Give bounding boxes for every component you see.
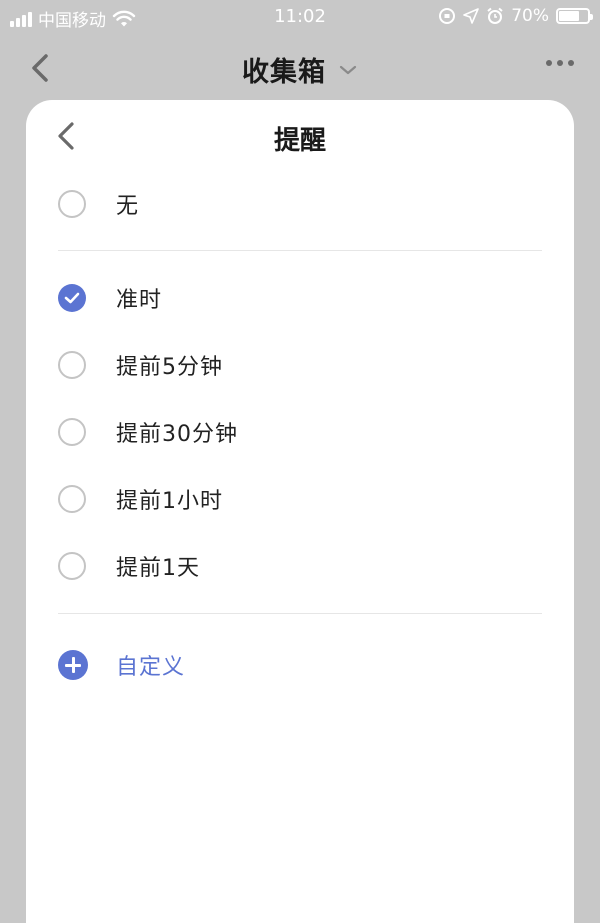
option-none[interactable]: 无 — [58, 179, 542, 229]
option-on-time[interactable]: 准时 — [58, 273, 542, 323]
location-icon — [463, 8, 480, 24]
custom-reminder-button[interactable]: 自定义 — [58, 640, 185, 690]
option-label: 无 — [116, 194, 140, 219]
status-bar: 中国移动 11:02 70% — [0, 0, 600, 34]
plus-icon — [58, 650, 88, 680]
radio-unchecked-icon — [58, 190, 86, 218]
rotation-lock-icon — [439, 8, 456, 24]
chevron-down-icon — [339, 65, 357, 74]
sheet-title: 提醒 — [273, 126, 326, 156]
option-30-min[interactable]: 提前30分钟 — [58, 407, 542, 457]
divider — [58, 613, 542, 614]
nav-title-group[interactable]: 收集箱 — [0, 50, 600, 89]
option-1-day[interactable]: 提前1天 — [58, 541, 542, 591]
option-label: 提前5分钟 — [116, 355, 223, 380]
radio-checked-icon — [58, 284, 86, 312]
page-title: 收集箱 — [242, 57, 326, 88]
alarm-icon — [487, 7, 503, 24]
more-icon[interactable] — [546, 60, 574, 66]
custom-label: 自定义 — [116, 655, 186, 680]
battery-percent: 70% — [511, 6, 549, 26]
radio-unchecked-icon — [58, 418, 86, 446]
radio-unchecked-icon — [58, 351, 86, 379]
battery-icon — [556, 8, 593, 24]
status-right: 70% — [438, 6, 593, 26]
option-label: 提前30分钟 — [116, 422, 238, 447]
radio-unchecked-icon — [58, 552, 86, 580]
option-5-min[interactable]: 提前5分钟 — [58, 340, 542, 390]
option-label: 提前1小时 — [116, 489, 223, 514]
option-label: 提前1天 — [116, 556, 200, 581]
radio-unchecked-icon — [58, 485, 86, 513]
option-1-hour[interactable]: 提前1小时 — [58, 474, 542, 524]
reminder-sheet: 提醒 无 准时 提前5分钟 提前30分钟 提前1小时 提前1天 自定义 — [26, 100, 574, 923]
option-label: 准时 — [116, 288, 163, 313]
divider — [58, 250, 542, 251]
